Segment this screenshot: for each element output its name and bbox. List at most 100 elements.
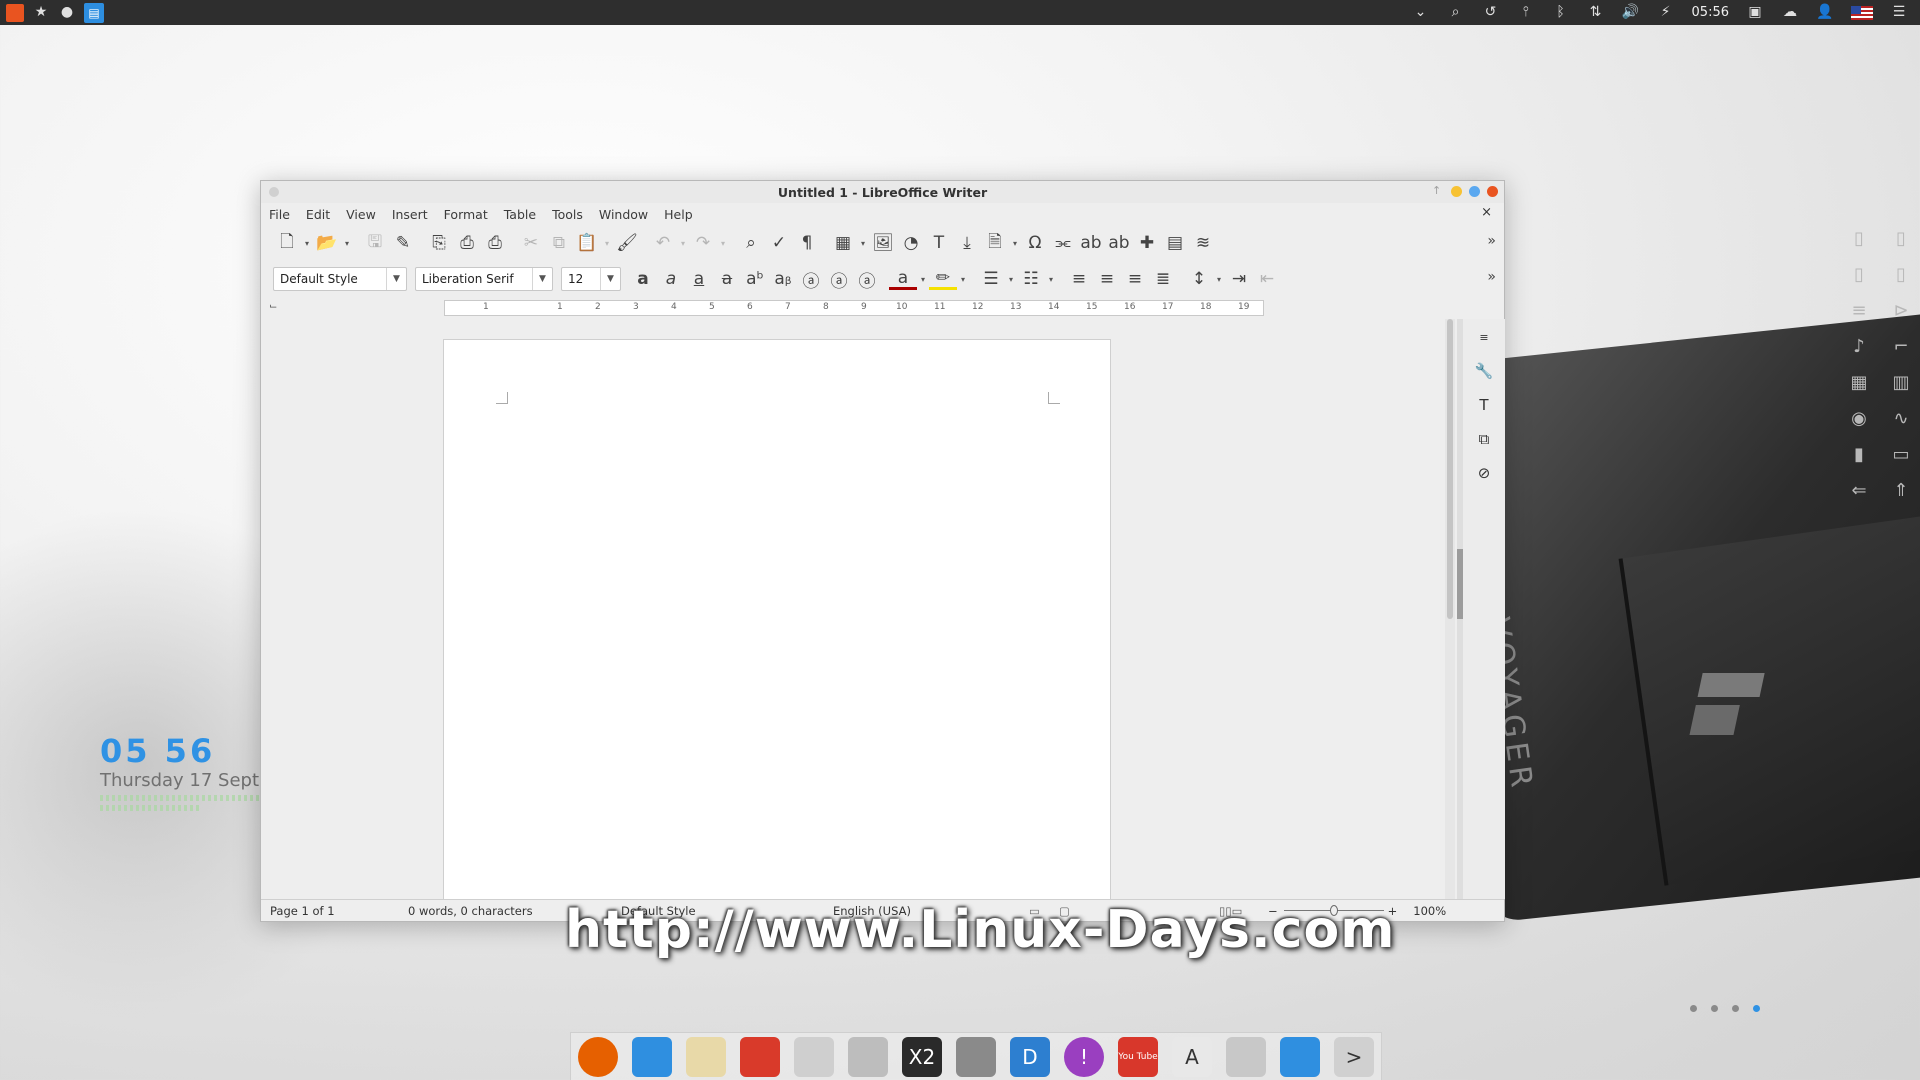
window-up-icon[interactable]: ↑ (1432, 185, 1444, 197)
tab-stop-icon[interactable]: ⌙ (269, 301, 277, 312)
paste-icon[interactable]: 📋 (573, 229, 601, 257)
ubuntu-logo-icon[interactable] (6, 3, 24, 22)
bold-icon[interactable]: a (629, 265, 657, 293)
dock-youtube-icon[interactable]: You Tube (1118, 1036, 1158, 1077)
dock-mail-icon[interactable] (794, 1036, 834, 1077)
decrease-indent-icon[interactable]: ⇤ (1253, 265, 1281, 293)
clone-formatting-icon[interactable]: 🖌 (613, 229, 641, 257)
back-arrow-icon[interactable]: ⇐ (1848, 480, 1870, 502)
underline-icon[interactable]: a (685, 265, 713, 293)
search-icon[interactable]: ⌕ (1447, 0, 1465, 25)
record-changes-icon[interactable]: ≋ (1189, 229, 1217, 257)
cloud-icon[interactable]: ☁ (1781, 0, 1799, 25)
document-page[interactable] (443, 339, 1111, 899)
redo-icon[interactable]: ↷ (689, 229, 717, 257)
close-button[interactable] (1487, 186, 1498, 197)
chevron-down-icon[interactable]: ▾ (1045, 275, 1057, 284)
panel-clock[interactable]: 05:56 (1692, 5, 1729, 20)
chevron-down-icon[interactable]: ▼ (386, 268, 406, 290)
chevron-down-icon[interactable]: ▾ (1005, 275, 1017, 284)
insert-image-icon[interactable]: 🖼 (869, 229, 897, 257)
dock-x2-icon[interactable]: X2 (902, 1036, 942, 1077)
font-name-select[interactable]: Liberation Serif ▼ (415, 267, 553, 291)
document-icon[interactable]: ▯ (1890, 228, 1912, 250)
menu-format[interactable]: Format (444, 207, 488, 222)
properties-icon[interactable]: 🔧 (1470, 357, 1498, 385)
chevron-down-icon[interactable]: ▼ (532, 268, 552, 290)
page-dot[interactable] (1732, 1005, 1739, 1012)
pulse-icon[interactable]: ∿ (1890, 408, 1912, 430)
menu-file[interactable]: File (269, 207, 290, 222)
dock-chat-icon[interactable]: ! (1064, 1036, 1104, 1077)
special-character-icon[interactable]: Ω (1021, 229, 1049, 257)
chevron-down-icon[interactable]: ▼ (600, 268, 620, 290)
dock-software-center-icon[interactable]: A (1172, 1036, 1212, 1077)
document-icon[interactable]: ▯ (1890, 264, 1912, 286)
zoom-level[interactable]: 100% (1413, 904, 1446, 918)
insert-table-icon[interactable]: ▦ (829, 229, 857, 257)
track-changes-icon[interactable]: ▤ (1161, 229, 1189, 257)
dock-firefox-icon[interactable] (578, 1036, 618, 1077)
chevron-down-icon[interactable]: ▾ (917, 275, 929, 284)
close-document-icon[interactable]: × (1481, 205, 1492, 220)
spelling-icon[interactable]: ✓ (765, 229, 793, 257)
page-dot-active[interactable] (1753, 1005, 1760, 1012)
font-size-select[interactable]: 12 ▼ (561, 267, 621, 291)
outline-icon[interactable]: ⓐ (825, 265, 853, 293)
save-icon[interactable]: 🖫 (361, 229, 389, 257)
window-switcher-icon[interactable]: ▣ (1746, 0, 1764, 25)
font-color-icon[interactable]: a (889, 268, 917, 290)
horizontal-ruler[interactable]: 1 1 2 3 4 5 6 7 8 9 10 11 12 13 14 15 16… (444, 300, 1264, 316)
highlight-icon[interactable]: ✏ (929, 268, 957, 290)
battery-charging-icon[interactable]: ⚡ (1657, 0, 1675, 25)
book-icon[interactable]: ▮ (1848, 444, 1870, 466)
numbered-list-icon[interactable]: ☷ (1017, 265, 1045, 293)
us-flag-icon[interactable] (1851, 5, 1873, 20)
formatting-marks-icon[interactable]: ¶ (793, 229, 821, 257)
strikethrough-icon[interactable]: a (713, 265, 741, 293)
dock-launcher-icon[interactable] (956, 1036, 996, 1077)
chevron-down-icon[interactable]: ▾ (857, 239, 869, 248)
chevron-down-icon[interactable]: ⌄ (1412, 0, 1430, 25)
menu-view[interactable]: View (346, 207, 376, 222)
music-icon[interactable]: ♪ (1848, 336, 1870, 358)
star-icon[interactable]: ★ (32, 0, 50, 25)
menu-window[interactable]: Window (599, 207, 648, 222)
vertical-scrollbar[interactable] (1445, 319, 1455, 899)
history-icon[interactable]: ↺ (1482, 0, 1500, 25)
user-icon[interactable]: 👤 (1816, 0, 1834, 25)
print-preview-icon[interactable]: ⎙ (481, 229, 509, 257)
keyboard-input-icon[interactable]: ⫯ (1517, 0, 1535, 25)
open-folder-icon[interactable]: 📂 (313, 229, 341, 257)
network-icon[interactable]: ⇅ (1587, 0, 1605, 25)
dock-media-player-icon[interactable] (740, 1036, 780, 1077)
clear-formatting-icon[interactable]: ⓐ (853, 265, 881, 293)
eye-icon[interactable]: ◉ (1848, 408, 1870, 430)
volume-icon[interactable]: 🔊 (1622, 0, 1640, 25)
dock-finder-icon[interactable] (632, 1036, 672, 1077)
toolbar-overflow-icon[interactable]: » (1487, 233, 1496, 249)
chevron-down-icon[interactable]: ▾ (1213, 275, 1225, 284)
print-icon[interactable]: ⎙ (453, 229, 481, 257)
stack-icon[interactable]: ≡ (1848, 300, 1870, 322)
bar-chart-icon[interactable]: ▥ (1890, 372, 1912, 394)
dock-document-viewer-icon[interactable]: D (1002, 1036, 1058, 1080)
cut-icon[interactable]: ✂ (517, 229, 545, 257)
export-pdf-icon[interactable]: ⎘ (425, 229, 453, 257)
chevron-down-icon[interactable]: ▾ (957, 275, 969, 284)
menu-insert[interactable]: Insert (392, 207, 428, 222)
comment-icon[interactable]: ✚ (1133, 229, 1161, 257)
bullet-list-icon[interactable]: ☰ (977, 265, 1005, 293)
justify-icon[interactable]: ≣ (1149, 265, 1177, 293)
bluetooth-icon[interactable]: ᛒ (1552, 0, 1570, 25)
line-spacing-icon[interactable]: ↕ (1185, 265, 1213, 293)
minimize-button[interactable] (1451, 186, 1462, 197)
window-titlebar[interactable]: Untitled 1 - LibreOffice Writer ↑ (261, 181, 1504, 203)
terminal-icon[interactable]: ⊳ (1890, 300, 1912, 322)
superscript-icon[interactable]: aᵇ (741, 265, 769, 293)
dock-settings-toggle-icon[interactable] (1226, 1036, 1266, 1077)
align-left-icon[interactable]: ≡ (1065, 265, 1093, 293)
up-arrow-icon[interactable]: ⇑ (1890, 480, 1912, 502)
dot-icon[interactable]: ● (58, 0, 76, 25)
box-icon[interactable]: ▭ (1890, 444, 1912, 466)
